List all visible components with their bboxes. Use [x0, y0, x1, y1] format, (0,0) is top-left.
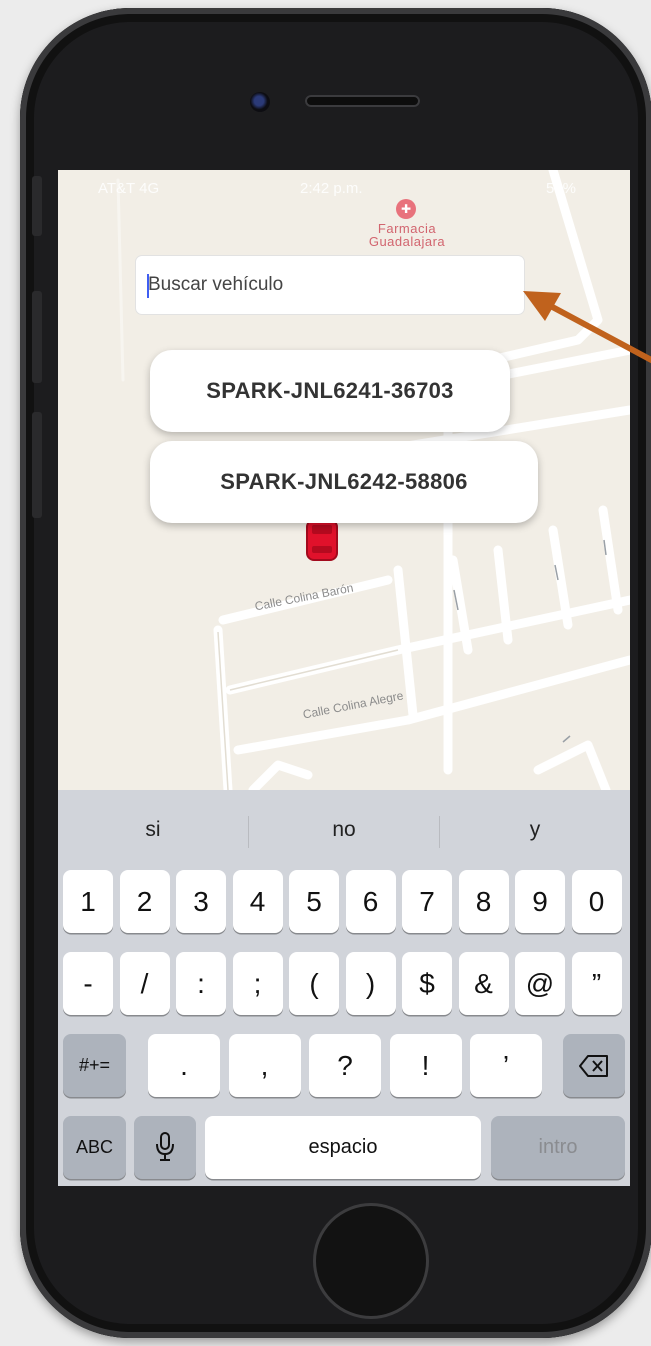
- number-key[interactable]: 1: [63, 870, 113, 933]
- vehicle-result-item[interactable]: SPARK-JNL6241-36703: [150, 350, 510, 432]
- abc-key[interactable]: ABC: [63, 1116, 126, 1179]
- symbol-key[interactable]: -: [63, 952, 113, 1015]
- vehicle-result-item[interactable]: SPARK-JNL6242-58806: [150, 441, 538, 523]
- symbol-key[interactable]: (: [289, 952, 339, 1015]
- search-input[interactable]: [148, 270, 518, 300]
- pharmacy-icon[interactable]: ✚: [396, 199, 416, 219]
- number-key[interactable]: 4: [232, 870, 283, 933]
- symbol-key[interactable]: :: [176, 952, 226, 1015]
- symbols-toggle-key[interactable]: #+=: [63, 1034, 126, 1097]
- suggestion-item[interactable]: si: [58, 790, 248, 870]
- number-key[interactable]: 9: [515, 870, 565, 933]
- annotation-arrow-icon: [523, 291, 651, 364]
- clock: 2:42 p.m.: [300, 180, 363, 197]
- home-button[interactable]: [313, 1203, 429, 1319]
- carrier-label: AT&T 4G: [98, 180, 160, 197]
- symbol-key[interactable]: /: [119, 952, 170, 1015]
- symbol-key[interactable]: @: [515, 952, 565, 1015]
- keyboard: si no y 1234567890 - /:;() $ & @” #+= .,?!’ …: [58, 790, 630, 1186]
- symbol-key[interactable]: ;: [232, 952, 283, 1015]
- punctuation-key[interactable]: !: [389, 1034, 462, 1097]
- poi-label[interactable]: Farmacia Guadalajara: [348, 222, 466, 248]
- search-box[interactable]: [135, 255, 525, 315]
- symbol-key[interactable]: ): [345, 952, 396, 1015]
- volume-up-button: [32, 291, 42, 383]
- front-camera: [250, 92, 270, 112]
- suggestion-item[interactable]: no: [249, 790, 439, 870]
- space-key[interactable]: espacio: [205, 1116, 481, 1179]
- punctuation-key[interactable]: ?: [309, 1034, 381, 1097]
- backspace-key[interactable]: [563, 1034, 625, 1097]
- number-key[interactable]: 0: [571, 870, 622, 933]
- punctuation-key[interactable]: .: [148, 1034, 220, 1097]
- suggestion-bar: si no y: [58, 790, 630, 870]
- symbol-key[interactable]: &: [458, 952, 509, 1015]
- number-key[interactable]: 8: [458, 870, 509, 933]
- dictation-key[interactable]: [134, 1116, 196, 1179]
- vehicle-marker-icon[interactable]: [305, 518, 339, 562]
- number-key[interactable]: 6: [345, 870, 396, 933]
- suggestion-item[interactable]: y: [440, 790, 630, 870]
- backspace-icon: [579, 1055, 608, 1077]
- number-key[interactable]: 5: [289, 870, 339, 933]
- punctuation-key[interactable]: ’: [470, 1034, 542, 1097]
- number-key[interactable]: 3: [176, 870, 226, 933]
- punctuation-key[interactable]: ,: [228, 1034, 301, 1097]
- silent-switch: [32, 176, 42, 236]
- earpiece-speaker: [305, 95, 420, 107]
- status-bar: AT&T 4G 2:42 p.m. 59%: [58, 170, 630, 204]
- symbol-key[interactable]: $: [402, 952, 452, 1015]
- number-key[interactable]: 7: [402, 870, 452, 933]
- number-key[interactable]: 2: [119, 870, 170, 933]
- volume-down-button: [32, 412, 42, 518]
- battery-label: 59%: [546, 180, 577, 197]
- microphone-icon: [156, 1132, 174, 1161]
- enter-key[interactable]: intro: [491, 1116, 625, 1179]
- symbol-key[interactable]: ”: [571, 952, 622, 1015]
